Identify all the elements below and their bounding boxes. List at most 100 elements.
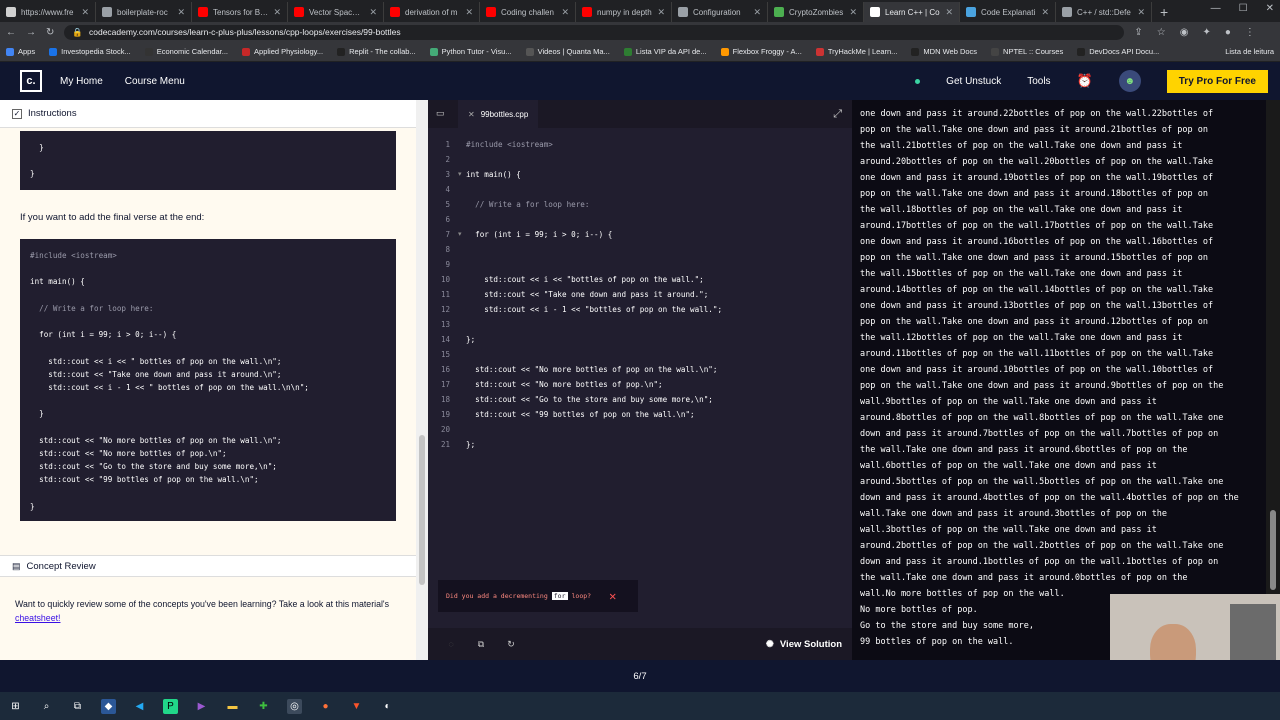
forward-icon[interactable]: → <box>26 27 36 38</box>
reset-icon[interactable]: ↻ <box>496 639 526 650</box>
codecademy-logo[interactable]: c. <box>20 70 42 92</box>
tab-close-icon[interactable]: ✕ <box>369 7 377 18</box>
editor-code-line[interactable]: int main() { <box>466 170 521 179</box>
minimize-icon[interactable]: — <box>1211 3 1221 14</box>
bookmark-item[interactable]: NPTEL :: Courses <box>991 47 1063 56</box>
puzzle-icon[interactable]: ✦ <box>1202 27 1210 38</box>
bookmark-item[interactable]: MDN Web Docs <box>911 47 977 56</box>
file-tab[interactable]: ✕ 99bottles.cpp <box>458 100 539 128</box>
fold-chevron-icon[interactable]: ▾ <box>458 230 462 238</box>
brave-icon[interactable]: ▼ <box>349 699 364 714</box>
task-view-icon[interactable]: ⧉ <box>70 699 85 714</box>
run-button[interactable]: ◌ <box>436 639 466 649</box>
reload-icon[interactable]: ↻ <box>46 27 54 38</box>
editor-code-line[interactable]: std::cout << "Take one down and pass it … <box>466 290 708 299</box>
browser-tab[interactable]: Tensors for Begi ✕ <box>192 2 288 22</box>
editor-code-line[interactable]: for (int i = 99; i > 0; i--) { <box>466 230 612 239</box>
menu-dots-icon[interactable]: ⋮ <box>1245 27 1255 38</box>
tab-close-icon[interactable]: ✕ <box>1137 7 1145 18</box>
bookmark-item[interactable]: Investopedia Stock... <box>49 47 131 56</box>
browser-tab[interactable]: boilerplate-roc ✕ <box>96 2 192 22</box>
course-menu-link[interactable]: Course Menu <box>125 76 185 87</box>
tab-close-icon[interactable]: ✕ <box>561 7 569 18</box>
copy-icon[interactable]: ⧉ <box>466 639 496 650</box>
close-file-icon[interactable]: ✕ <box>468 110 475 119</box>
try-pro-button[interactable]: Try Pro For Free <box>1166 69 1268 93</box>
tab-close-icon[interactable]: ✕ <box>657 7 665 18</box>
bookmark-item[interactable]: Apps <box>6 47 35 56</box>
tab-close-icon[interactable]: ✕ <box>753 7 761 18</box>
tab-close-icon[interactable]: ✕ <box>945 7 953 18</box>
browser-tab[interactable]: Configuration ✕ <box>672 2 768 22</box>
tools-link[interactable]: Tools <box>1027 76 1050 87</box>
maximize-icon[interactable]: ☐ <box>1239 3 1248 14</box>
bookmark-item[interactable]: TryHackMe | Learn... <box>815 47 897 56</box>
profile-icon[interactable]: ● <box>1225 27 1231 38</box>
browser-tab[interactable]: https://www.fre ✕ <box>0 2 96 22</box>
browser-tab[interactable]: C++ / std::Defe ✕ <box>1056 2 1152 22</box>
bookmark-item[interactable]: Applied Physiology... <box>242 47 323 56</box>
tab-close-icon[interactable]: ✕ <box>273 7 281 18</box>
cheatsheet-link[interactable]: cheatsheet! <box>15 613 60 623</box>
editor-code-line[interactable]: std::cout << i - 1 << "bottles of pop on… <box>466 305 722 314</box>
editor-code-line[interactable]: std::cout << "Go to the store and buy so… <box>466 395 713 404</box>
bookmark-item[interactable]: Python Tutor - Visu... <box>429 47 512 56</box>
browser-tab[interactable]: CryptoZombies ✕ <box>768 2 864 22</box>
instructions-scrollbar[interactable] <box>416 100 428 660</box>
scroll-thumb[interactable] <box>419 435 425 585</box>
fold-chevron-icon[interactable]: ▾ <box>458 170 462 178</box>
tab-close-icon[interactable]: ✕ <box>81 7 89 18</box>
file-tree-icon[interactable]: ▭ <box>436 108 445 119</box>
tab-close-icon[interactable]: ✕ <box>849 7 857 18</box>
app-green-icon[interactable]: ✚ <box>256 699 271 714</box>
editor-code-line[interactable]: std::cout << "No more bottles of pop on … <box>466 365 717 374</box>
vscode-icon[interactable]: ◀ <box>132 699 147 714</box>
back-icon[interactable]: ← <box>6 27 16 38</box>
get-unstuck-link[interactable]: Get Unstuck <box>946 76 1001 87</box>
editor-code-line[interactable]: #include <iostream> <box>466 140 553 149</box>
browser-tab[interactable]: derivation of m ✕ <box>384 2 480 22</box>
alarm-icon[interactable]: ⏰ <box>1077 73 1093 89</box>
new-tab-button[interactable]: + <box>1152 2 1176 22</box>
firefox-icon[interactable]: ● <box>318 699 333 714</box>
browser-tab[interactable]: Vector Space M ✕ <box>288 2 384 22</box>
search-icon[interactable]: ⌕ <box>39 699 54 714</box>
bookmark-star-icon[interactable]: ☆ <box>1157 27 1166 38</box>
app-icon[interactable]: ◆ <box>101 698 116 714</box>
bookmark-item[interactable]: Economic Calendar... <box>144 47 228 56</box>
browser-tab[interactable]: Code Explanati ✕ <box>960 2 1056 22</box>
share-icon[interactable]: ⇪ <box>1134 27 1142 38</box>
close-window-icon[interactable]: ✕ <box>1266 3 1274 14</box>
editor-code-line[interactable]: std::cout << "No more bottles of pop.\n"… <box>466 380 662 389</box>
output-scrollbar[interactable] <box>1266 100 1280 600</box>
bookmark-item[interactable]: Flexbox Froggy - A... <box>720 47 802 56</box>
editor-code-line[interactable]: std::cout << i << "bottles of pop on the… <box>466 275 703 284</box>
pycharm-icon[interactable]: P <box>163 698 178 714</box>
editor-code-line[interactable]: }; <box>466 440 475 449</box>
expand-icon[interactable]: ⤢ <box>833 108 842 121</box>
extension-icon[interactable]: ◉ <box>1180 27 1189 38</box>
tab-close-icon[interactable]: ✕ <box>465 7 473 18</box>
browser-tab[interactable]: numpy in depth ✕ <box>576 2 672 22</box>
editor-code-line[interactable]: // Write a for loop here: <box>466 200 589 209</box>
avatar[interactable]: ☻ <box>1118 70 1141 92</box>
editor-code-line[interactable]: std::cout << "99 bottles of pop on the w… <box>466 410 694 419</box>
tab-close-icon[interactable]: ✕ <box>1041 7 1049 18</box>
address-bar[interactable]: 🔒 codecademy.com/courses/learn-c-plus-pl… <box>64 24 1125 40</box>
windows-start-icon[interactable]: ⊞ <box>8 699 23 714</box>
app-white-icon[interactable]: ◐ <box>380 699 395 714</box>
bookmark-item[interactable]: DevDocs API Docu... <box>1077 47 1159 56</box>
bookmark-item[interactable]: Lista VIP da API de... <box>623 47 707 56</box>
close-hint-icon[interactable]: ✕ <box>609 589 616 603</box>
file-explorer-icon[interactable]: ▬ <box>225 699 240 714</box>
browser-tab[interactable]: Learn C++ | Co ✕ <box>864 2 960 22</box>
reading-list[interactable]: Lista de leitura <box>1225 47 1274 56</box>
bookmark-item[interactable]: Videos | Quanta Ma... <box>525 47 610 56</box>
scroll-thumb[interactable] <box>1270 510 1276 590</box>
tab-close-icon[interactable]: ✕ <box>177 7 185 18</box>
chrome-icon[interactable]: ◎ <box>287 698 302 714</box>
bookmark-item[interactable]: Replit - The collab... <box>337 47 416 56</box>
browser-tab[interactable]: Coding challen ✕ <box>480 2 576 22</box>
concept-review-header[interactable]: ▤ Concept Review <box>0 555 416 577</box>
editor-code-line[interactable]: }; <box>466 335 475 344</box>
